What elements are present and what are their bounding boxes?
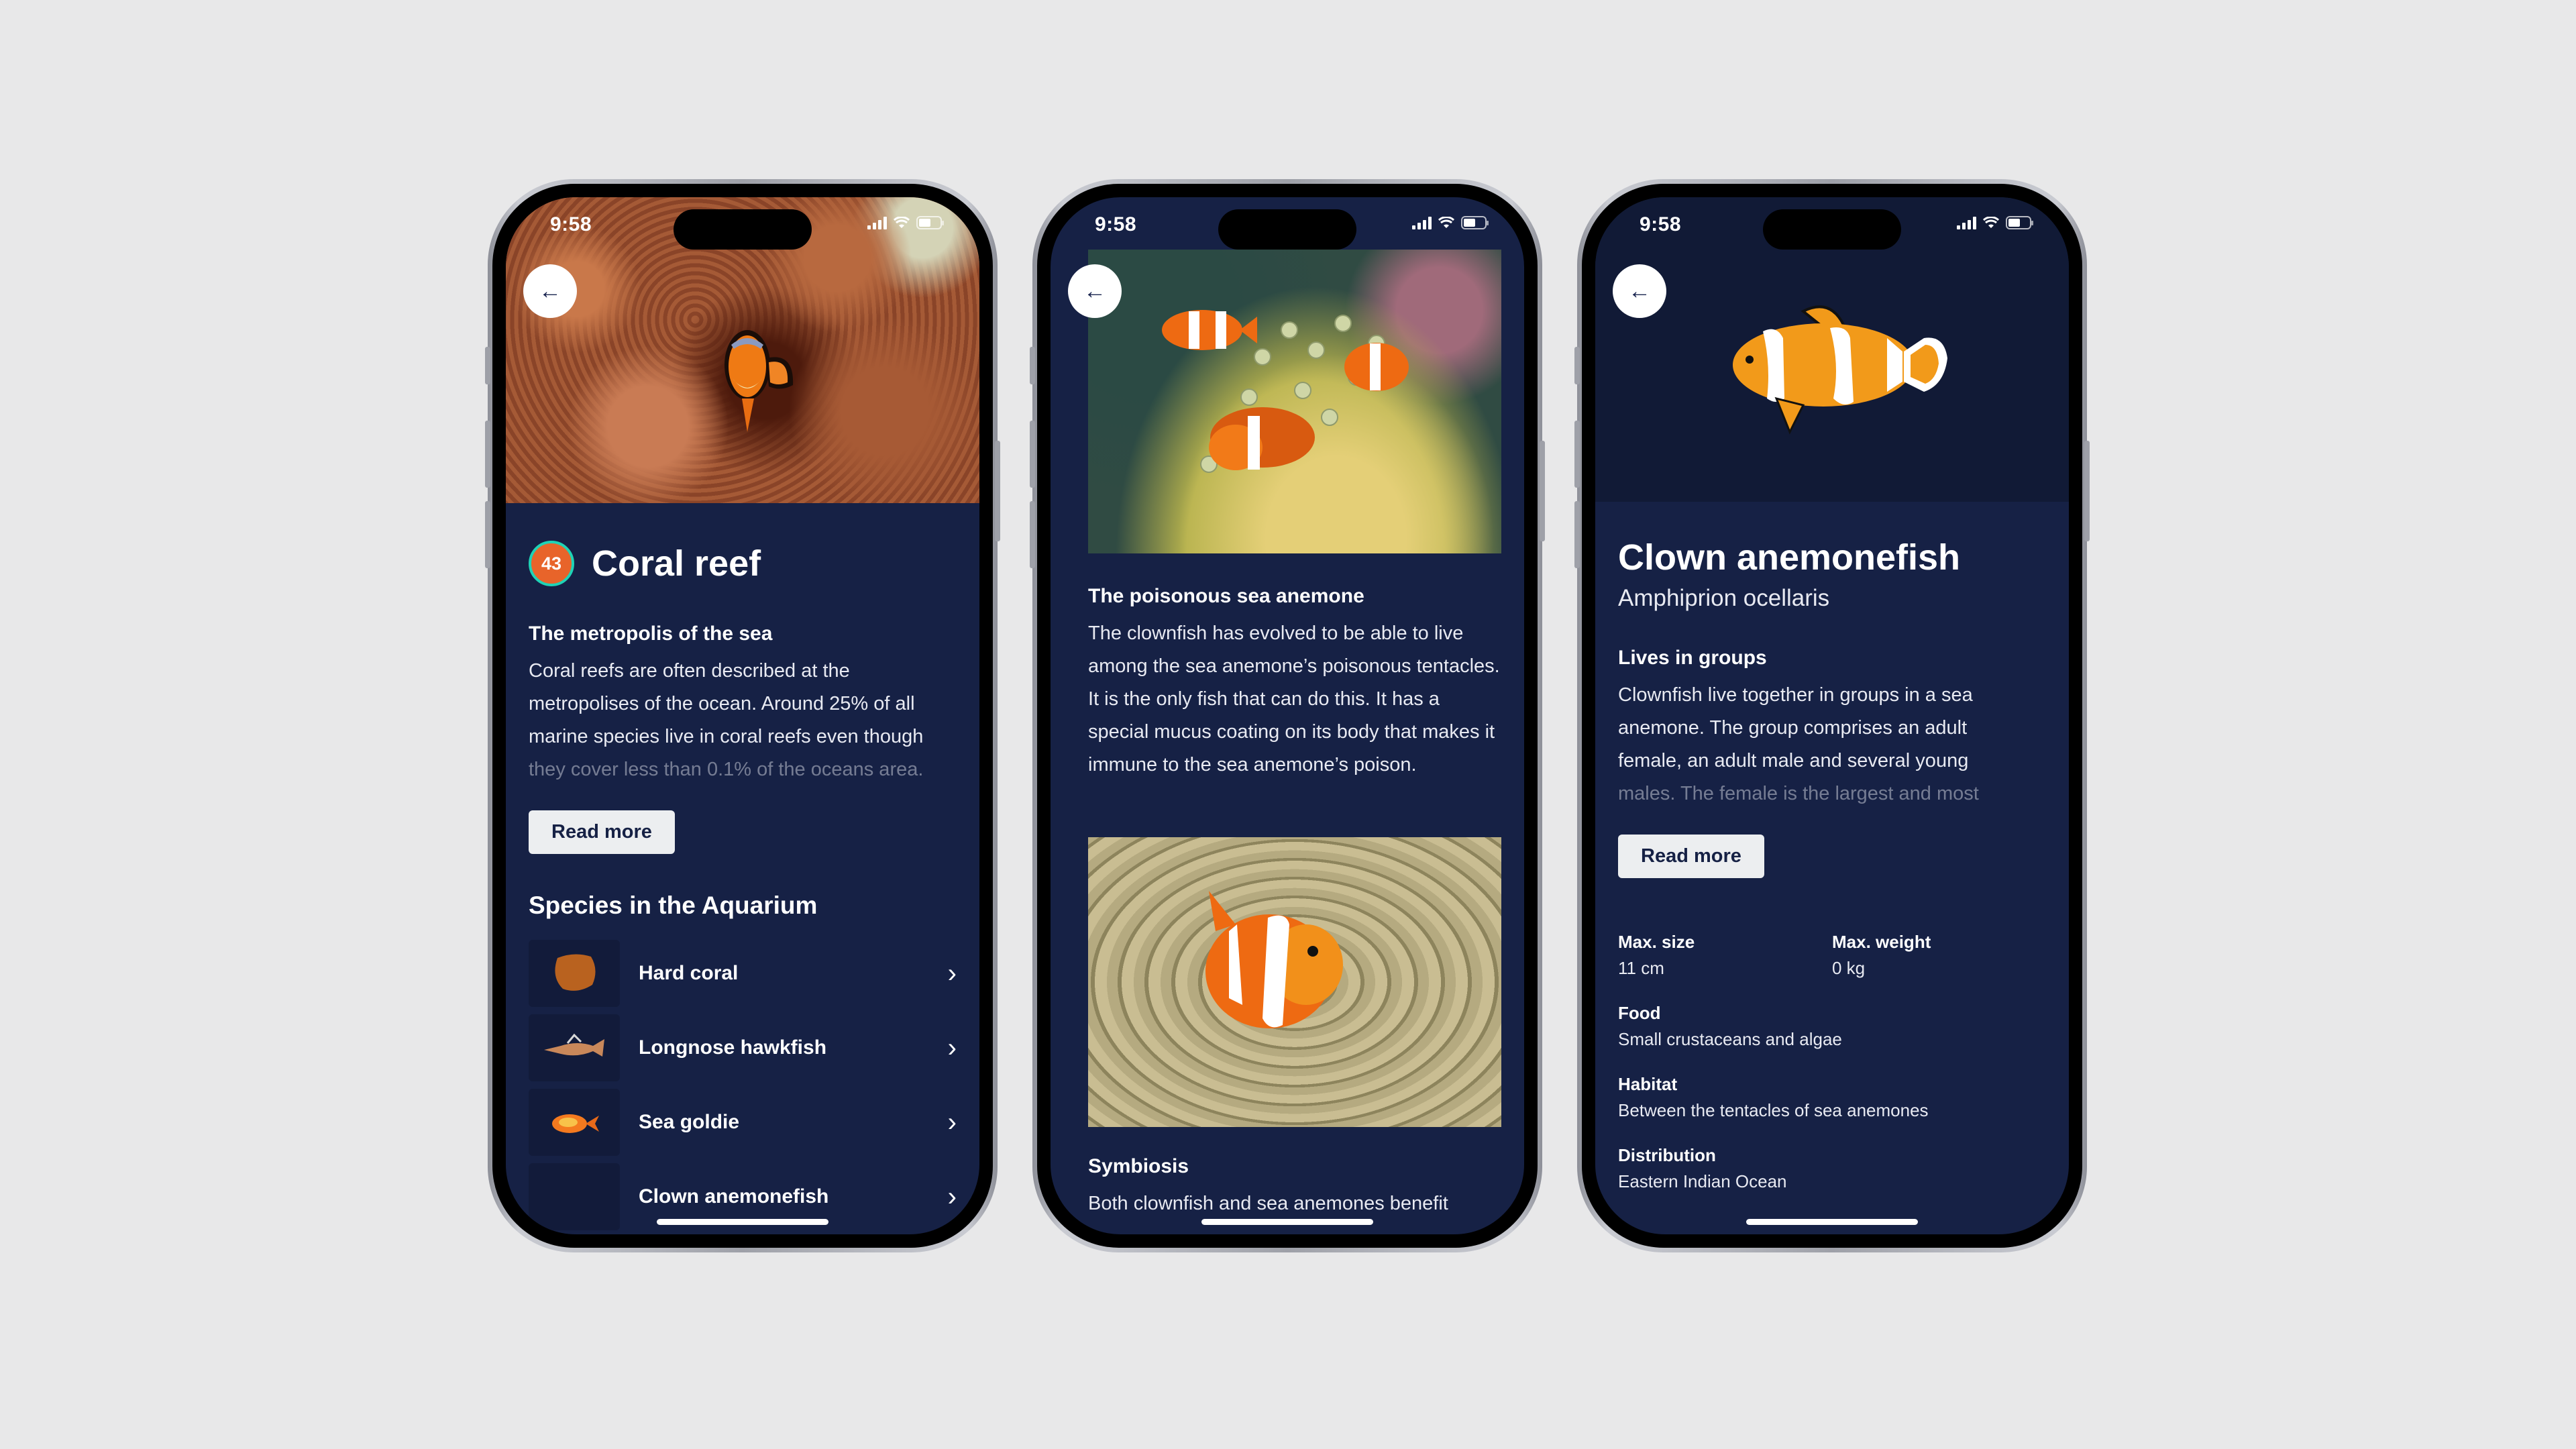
volume-down-button bbox=[485, 501, 490, 568]
species-item-longnose-hawkfish[interactable]: Longnose hawkfish › bbox=[529, 1014, 957, 1081]
clownfish-right bbox=[1344, 343, 1409, 391]
cellular-signal-icon bbox=[867, 216, 887, 229]
species-title: Clown anemonefish bbox=[1618, 537, 1961, 578]
read-more-button[interactable]: Read more bbox=[1618, 835, 1764, 878]
clownfish-tentacles-image bbox=[1088, 837, 1501, 1127]
action-button bbox=[1030, 347, 1035, 384]
phone-clown-anemonefish: 9:58 ← Clown anemonefish Amphiprion ocel… bbox=[1574, 179, 2090, 1252]
status-time: 9:58 bbox=[1640, 213, 1682, 235]
battery-icon bbox=[2006, 216, 2033, 229]
fact-habitat: Habitat Between the tentacles of sea ane… bbox=[1618, 1074, 1929, 1120]
home-indicator[interactable] bbox=[1746, 1219, 1918, 1225]
dynamic-island bbox=[1218, 209, 1356, 250]
section-body-symbiosis: Both clownfish and sea anemones benefit bbox=[1088, 1193, 1448, 1214]
clownfish-anemone-image bbox=[1088, 250, 1501, 553]
page-title: Coral reef bbox=[592, 543, 761, 584]
phone-sea-anemone: 9:58 ← The poisonous sea anemone The clo… bbox=[1030, 179, 1545, 1252]
section-heading-poisonous-anemone: The poisonous sea anemone bbox=[1088, 585, 1364, 607]
chevron-right-icon: › bbox=[947, 1181, 957, 1212]
screen-coral-reef: 9:58 ← 43 Coral reef The metropolis of t… bbox=[506, 197, 979, 1234]
clownfish-front-image bbox=[724, 330, 794, 432]
status-time: 9:58 bbox=[550, 213, 592, 235]
section-heading: The metropolis of the sea bbox=[529, 623, 773, 645]
wifi-icon bbox=[1983, 217, 1999, 228]
clown-anemonefish-image bbox=[1733, 305, 1947, 435]
clownfish-bottom bbox=[1209, 407, 1315, 470]
status-bar: 9:58 bbox=[1595, 197, 2069, 271]
back-button[interactable]: ← bbox=[1068, 264, 1122, 318]
home-indicator[interactable] bbox=[1201, 1219, 1373, 1225]
volume-down-button bbox=[1030, 501, 1035, 568]
hard-coral-thumbnail bbox=[529, 940, 620, 1007]
section-heading-symbiosis: Symbiosis bbox=[1088, 1155, 1189, 1177]
species-list: Hard coral › Longnose hawkfish › Sea gol… bbox=[529, 940, 957, 1230]
back-button[interactable]: ← bbox=[523, 264, 577, 318]
section-body: Coral reefs are often described at the m… bbox=[529, 660, 924, 780]
section-body: Clownfish live together in groups in a s… bbox=[1618, 684, 1979, 804]
screen-sea-anemone: 9:58 ← The poisonous sea anemone The clo… bbox=[1051, 197, 1524, 1234]
badge-number: 43 bbox=[541, 553, 562, 574]
arrow-left-icon: ← bbox=[539, 278, 561, 304]
cellular-signal-icon bbox=[1412, 216, 1432, 229]
fact-food: Food Small crustaceans and algae bbox=[1618, 1003, 1842, 1049]
arrow-left-icon: ← bbox=[1083, 278, 1106, 304]
dynamic-island bbox=[674, 209, 812, 250]
longnose-hawkfish-thumbnail bbox=[529, 1014, 620, 1081]
volume-up-button bbox=[1574, 421, 1580, 488]
wifi-icon bbox=[894, 217, 910, 228]
phone-coral-reef: 9:58 ← 43 Coral reef The metropolis of t… bbox=[485, 179, 1000, 1252]
volume-down-button bbox=[1574, 501, 1580, 568]
cellular-signal-icon bbox=[1957, 216, 1976, 229]
scientific-name: Amphiprion ocellaris bbox=[1618, 585, 1830, 611]
species-heading: Species in the Aquarium bbox=[529, 892, 818, 919]
home-indicator[interactable] bbox=[657, 1219, 828, 1225]
action-button bbox=[485, 347, 490, 384]
location-number-badge: 43 bbox=[529, 541, 574, 586]
battery-icon bbox=[1461, 216, 1489, 229]
species-item-sea-goldie[interactable]: Sea goldie › bbox=[529, 1089, 957, 1156]
back-button[interactable]: ← bbox=[1613, 264, 1666, 318]
volume-up-button bbox=[1030, 421, 1035, 488]
species-item-hard-coral[interactable]: Hard coral › bbox=[529, 940, 957, 1007]
chevron-right-icon: › bbox=[947, 1107, 957, 1137]
fact-distribution: Distribution Eastern Indian Ocean bbox=[1618, 1145, 1787, 1191]
action-button bbox=[1574, 347, 1580, 384]
read-more-button[interactable]: Read more bbox=[529, 810, 675, 854]
screen-clown-anemonefish: 9:58 ← Clown anemonefish Amphiprion ocel… bbox=[1595, 197, 2069, 1234]
species-facts: Max. size 11 cm Max. weight 0 kg Food Sm… bbox=[1618, 932, 2046, 1192]
fact-max-weight: Max. weight 0 kg bbox=[1832, 932, 1931, 978]
dynamic-island bbox=[1763, 209, 1901, 250]
chevron-right-icon: › bbox=[947, 1032, 957, 1063]
section-heading: Lives in groups bbox=[1618, 647, 1767, 669]
section-body-poisonous-anemone: The clownfish has evolved to be able to … bbox=[1088, 623, 1500, 775]
status-bar: 9:58 bbox=[506, 197, 979, 271]
wifi-icon bbox=[1438, 217, 1454, 228]
fact-max-size: Max. size 11 cm bbox=[1618, 932, 1695, 978]
status-bar: 9:58 bbox=[1051, 197, 1524, 271]
clown-anemonefish-thumbnail bbox=[529, 1163, 620, 1230]
power-button bbox=[1540, 441, 1545, 541]
power-button bbox=[2084, 441, 2090, 541]
battery-icon bbox=[916, 216, 944, 229]
power-button bbox=[995, 441, 1000, 541]
arrow-left-icon: ← bbox=[1628, 278, 1651, 304]
status-time: 9:58 bbox=[1095, 213, 1137, 235]
chevron-right-icon: › bbox=[947, 958, 957, 988]
clownfish-top bbox=[1162, 310, 1257, 350]
volume-up-button bbox=[485, 421, 490, 488]
sea-goldie-thumbnail bbox=[529, 1089, 620, 1156]
